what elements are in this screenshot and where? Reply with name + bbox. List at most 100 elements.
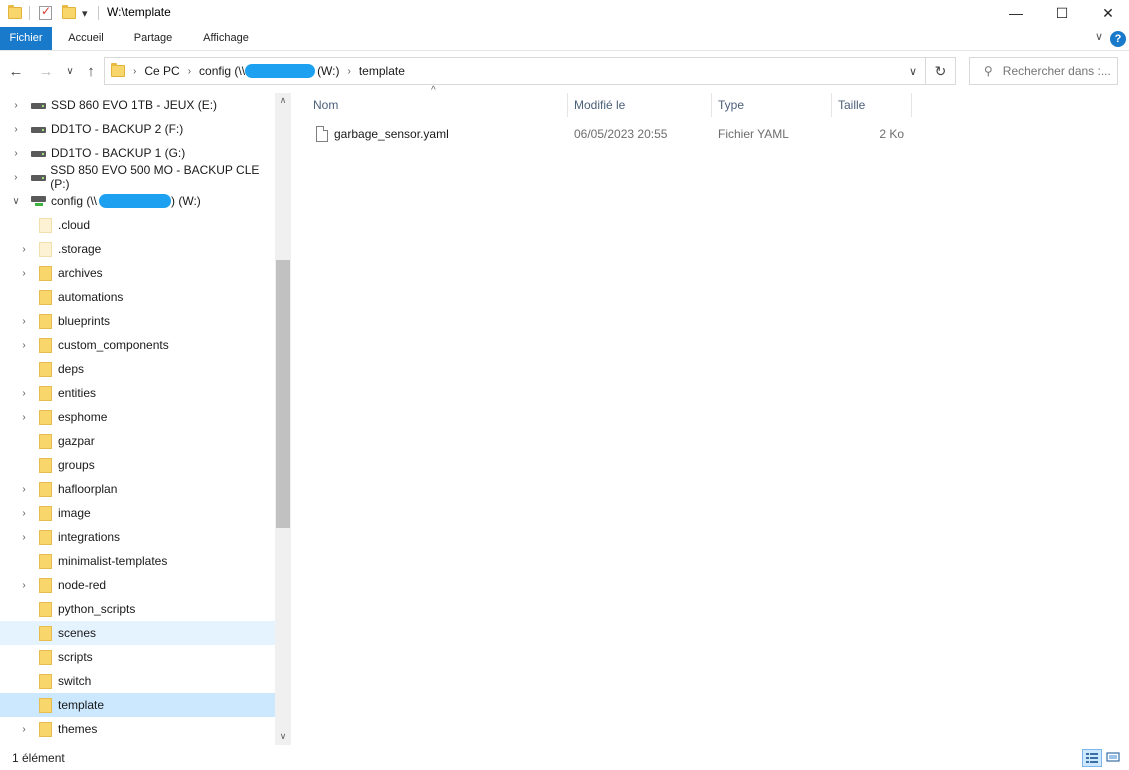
customize-quick-access-icon[interactable]: ▾ [82,4,88,22]
tree-item-label: node-red [58,578,107,592]
tree-item-groups[interactable]: groups [0,453,275,477]
search-box[interactable]: ⚲ [969,57,1118,85]
maximize-button[interactable]: ☐ [1039,0,1085,26]
new-folder-icon[interactable] [62,4,76,22]
scroll-thumb[interactable] [276,260,290,528]
large-icons-view-button[interactable] [1104,749,1124,767]
tree-item-custom-components[interactable]: › custom_components [0,333,275,357]
minimize-button[interactable]: — [993,0,1039,26]
scroll-up-icon[interactable]: ∧ [275,95,291,106]
properties-icon[interactable] [39,4,52,22]
tree-item-hafloorplan[interactable]: › hafloorplan [0,477,275,501]
tree-item-template[interactable]: template [0,693,275,717]
tree-item-automations[interactable]: automations [0,285,275,309]
tree-item-archives[interactable]: › archives [0,261,275,285]
tree-item-image[interactable]: › image [0,501,275,525]
tree-item-label: DD1TO - BACKUP 1 (G:) [51,146,186,160]
tree-item-esphome[interactable]: › esphome [0,405,275,429]
tree-item-ssd-860-evo-1tb-jeux-e[interactable]: › SSD 860 EVO 1TB - JEUX (E:) [0,93,275,117]
nav-scrollbar[interactable]: ∧ ∨ [275,93,291,745]
tree-item-label: deps [58,362,85,376]
tree-item-gazpar[interactable]: gazpar [0,429,275,453]
tree-item-storage[interactable]: › .storage [0,237,275,261]
scroll-down-icon[interactable]: ∨ [275,731,291,742]
column-header-modified[interactable]: Modifié le [568,93,712,117]
tree-item-entities[interactable]: › entities [0,381,275,405]
refresh-button[interactable]: ↻ [926,57,956,85]
chevron-right-icon[interactable]: › [19,244,29,255]
tree-item-dd1to-backup-1-g[interactable]: › DD1TO - BACKUP 1 (G:) [0,141,275,165]
address-bar[interactable]: › Ce PC › config (\\ (W:) › template ∨ [104,57,926,85]
tree-item-integrations[interactable]: › integrations [0,525,275,549]
column-header-size[interactable]: Taille [832,93,912,117]
folder-icon [39,265,52,281]
breadcrumb-ce-pc[interactable]: Ce PC [144,64,179,78]
folder-icon [39,409,52,425]
details-view-button[interactable] [1082,749,1102,767]
close-button[interactable]: ✕ [1085,0,1129,26]
folder-icon [39,721,52,737]
tab-accueil[interactable]: Accueil [58,27,114,50]
tree-item-node-red[interactable]: › node-red [0,573,275,597]
forward-button[interactable]: → [36,60,56,82]
file-modified: 06/05/2023 20:55 [574,127,668,141]
address-dropdown-button[interactable]: ∨ [909,65,917,78]
chevron-right-icon[interactable]: › [11,124,21,135]
tree-item-cloud[interactable]: .cloud [0,213,275,237]
chevron-right-icon[interactable]: › [188,66,191,77]
tree-item-ssd-850-evo-500-mo-backup-cle-p[interactable]: › SSD 850 EVO 500 MO - BACKUP CLE (P:) [0,163,275,191]
breadcrumb-template[interactable]: template [359,64,405,78]
tree-item-themes[interactable]: › themes [0,717,275,741]
chevron-right-icon[interactable]: › [11,100,21,111]
chevron-right-icon[interactable]: › [19,388,29,399]
expand-ribbon-icon[interactable]: ∨ [1095,30,1103,43]
help-icon[interactable]: ? [1110,31,1126,47]
tree-item-label: DD1TO - BACKUP 2 (F:) [51,122,184,136]
tree-item-dd1to-backup-2-f[interactable]: › DD1TO - BACKUP 2 (F:) [0,117,275,141]
breadcrumb-config[interactable]: config (\\ [199,64,245,78]
up-button[interactable]: ↑ [81,60,101,82]
chevron-right-icon[interactable]: › [19,508,29,519]
breadcrumb-drive[interactable]: (W:) [317,64,339,78]
file-row[interactable]: garbage_sensor.yaml 06/05/2023 20:55 Fic… [291,123,911,145]
folder-icon [39,337,52,353]
tree-item-label: scripts [58,650,93,664]
chevron-right-icon[interactable]: › [19,412,29,423]
search-icon: ⚲ [984,64,993,78]
drive-icon [31,148,47,158]
tree-item-label: integrations [58,530,121,544]
folder-icon [39,361,52,377]
chevron-down-icon[interactable]: ∨ [11,196,21,207]
chevron-right-icon[interactable]: › [19,484,29,495]
drive-icon [30,172,47,182]
tree-item-blueprints[interactable]: › blueprints [0,309,275,333]
tab-partage[interactable]: Partage [124,27,182,50]
tree-item-python-scripts[interactable]: python_scripts [0,597,275,621]
chevron-right-icon[interactable]: › [19,532,29,543]
tree-item-minimalist-templates[interactable]: minimalist-templates [0,549,275,573]
chevron-right-icon[interactable]: › [19,724,29,735]
folder-icon [8,4,22,22]
chevron-right-icon[interactable]: › [19,316,29,327]
column-header-type[interactable]: Type [712,93,832,117]
navigation-bar: ← → ∨ ↑ › Ce PC › config (\\ (W:) › temp… [0,54,1129,88]
tree-item-scenes[interactable]: scenes [0,621,275,645]
tree-item-config-network-drive[interactable]: ∨ config (\\) (W:) [0,189,275,213]
chevron-right-icon[interactable]: › [19,268,29,279]
tree-item-label: entities [58,386,97,400]
recent-locations-button[interactable]: ∨ [60,60,80,82]
tab-affichage[interactable]: Affichage [192,27,260,50]
search-input[interactable] [1002,64,1113,78]
tree-item-deps[interactable]: deps [0,357,275,381]
folder-icon [39,505,52,521]
tab-fichier[interactable]: Fichier [0,27,52,50]
tree-item-switch[interactable]: switch [0,669,275,693]
back-button[interactable]: ← [6,60,26,82]
chevron-right-icon[interactable]: › [348,66,351,77]
tree-item-scripts[interactable]: scripts [0,645,275,669]
chevron-right-icon[interactable]: › [11,172,21,183]
chevron-right-icon[interactable]: › [11,148,21,159]
chevron-right-icon[interactable]: › [19,340,29,351]
column-header-name[interactable]: Nom [307,93,568,117]
chevron-right-icon[interactable]: › [19,580,29,591]
